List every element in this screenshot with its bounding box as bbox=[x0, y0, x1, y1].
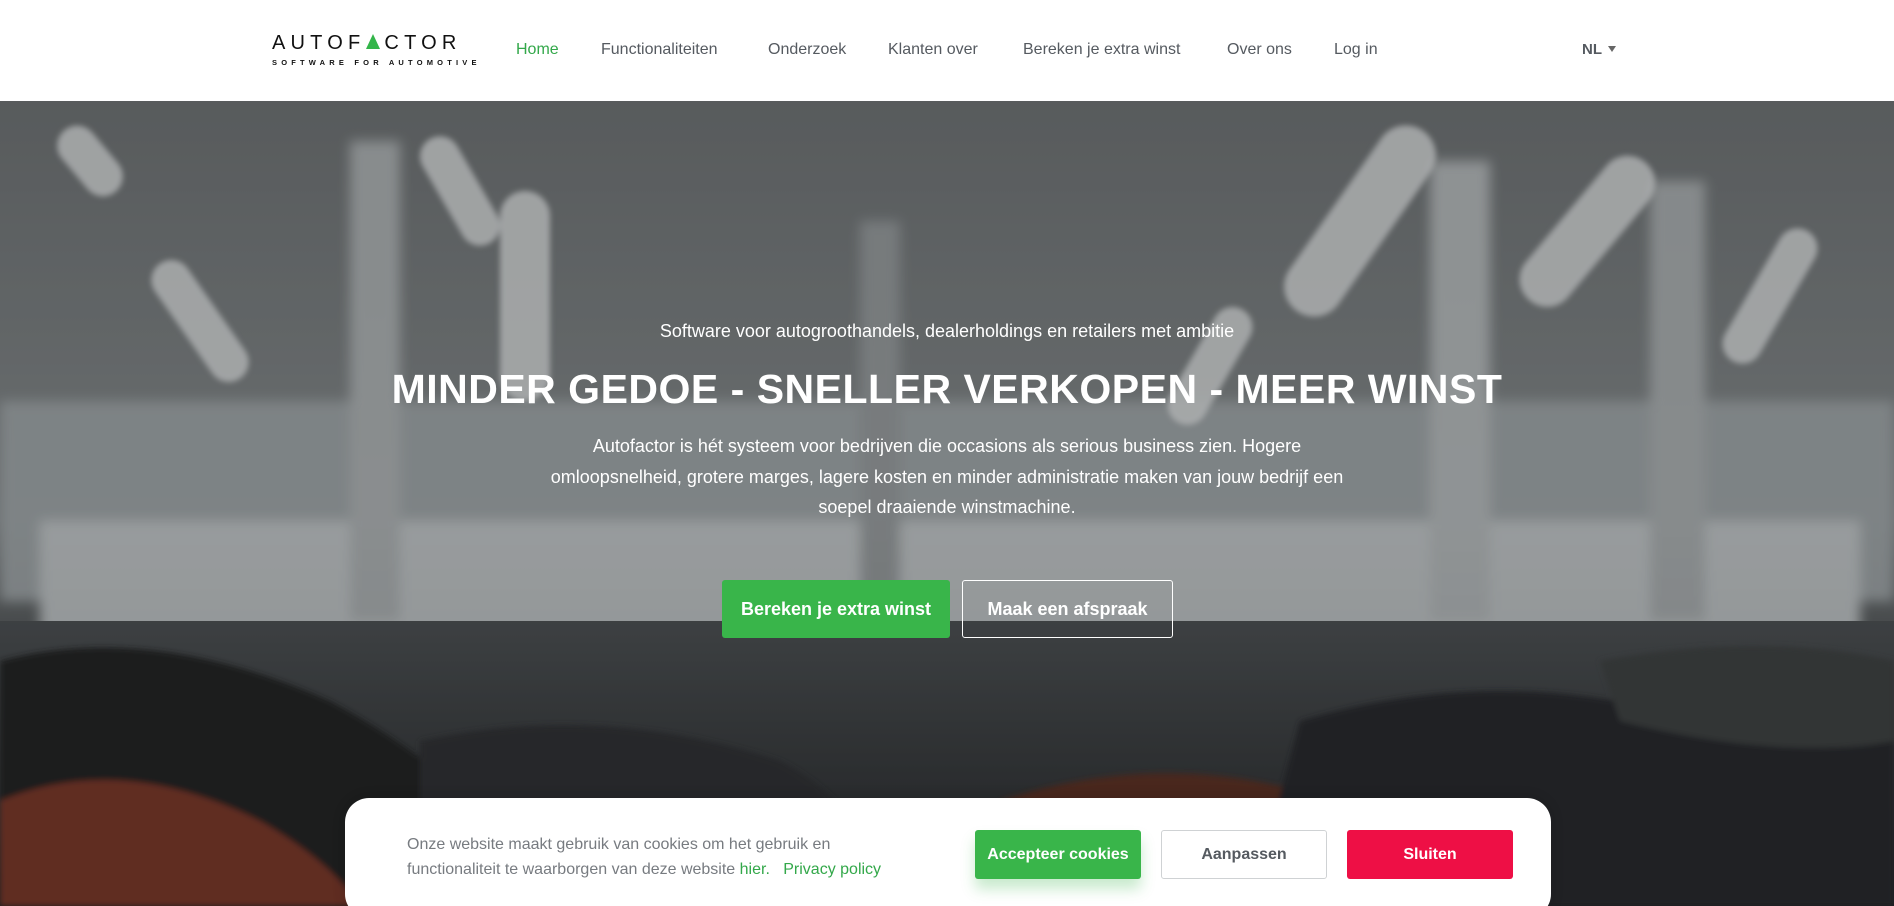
cookie-here-link[interactable]: hier. bbox=[740, 861, 770, 878]
nav-bereken-extra-winst[interactable]: Bereken je extra winst bbox=[1023, 39, 1180, 61]
nav-log-in[interactable]: Log in bbox=[1334, 39, 1378, 61]
adjust-cookies-button[interactable]: Aanpassen bbox=[1161, 830, 1327, 879]
privacy-policy-link[interactable]: Privacy policy bbox=[783, 861, 881, 878]
accept-cookies-button[interactable]: Accepteer cookies bbox=[975, 830, 1141, 879]
hero-description: Autofactor is hét systeem voor bedrijven… bbox=[550, 436, 1344, 517]
close-cookies-button[interactable]: Sluiten bbox=[1347, 830, 1513, 879]
cookie-message: Onze website maakt gebruik van cookies o… bbox=[407, 832, 907, 882]
nav-functionaliteiten[interactable]: Functionaliteiten bbox=[601, 39, 718, 61]
hero-section: Software voor autogroothandels, dealerho… bbox=[0, 101, 1894, 906]
cookie-banner: Onze website maakt gebruik van cookies o… bbox=[345, 798, 1551, 906]
language-selector[interactable]: NL bbox=[1582, 39, 1616, 61]
nav-over-ons[interactable]: Over ons bbox=[1227, 39, 1292, 61]
language-label: NL bbox=[1582, 41, 1602, 58]
make-appointment-button[interactable]: Maak een afspraak bbox=[962, 580, 1173, 638]
hero-kicker: Software voor autogroothandels, dealerho… bbox=[659, 321, 1235, 341]
nav-onderzoek[interactable]: Onderzoek bbox=[768, 39, 846, 61]
calculate-profit-button[interactable]: Bereken je extra winst bbox=[722, 580, 950, 638]
chevron-down-icon bbox=[1608, 46, 1616, 52]
hero-title: MINDER GEDOE - SNELLER VERKOPEN - MEER W… bbox=[391, 366, 1503, 412]
logo-triangle-icon bbox=[366, 34, 381, 49]
nav-klanten-over[interactable]: Klanten over bbox=[888, 39, 978, 61]
site-header: AUTOF CTOR SOFTWARE FOR AUTOMOTIVE Home F… bbox=[0, 0, 1894, 101]
logo-wordmark: AUTOF CTOR bbox=[272, 33, 477, 53]
autofactor-logo[interactable]: AUTOF CTOR SOFTWARE FOR AUTOMOTIVE bbox=[272, 33, 477, 69]
logo-tagline: SOFTWARE FOR AUTOMOTIVE bbox=[272, 58, 481, 67]
logo-part2: CTOR bbox=[384, 32, 462, 54]
logo-part1: AUTOF bbox=[272, 32, 366, 54]
nav-home[interactable]: Home bbox=[516, 39, 559, 61]
